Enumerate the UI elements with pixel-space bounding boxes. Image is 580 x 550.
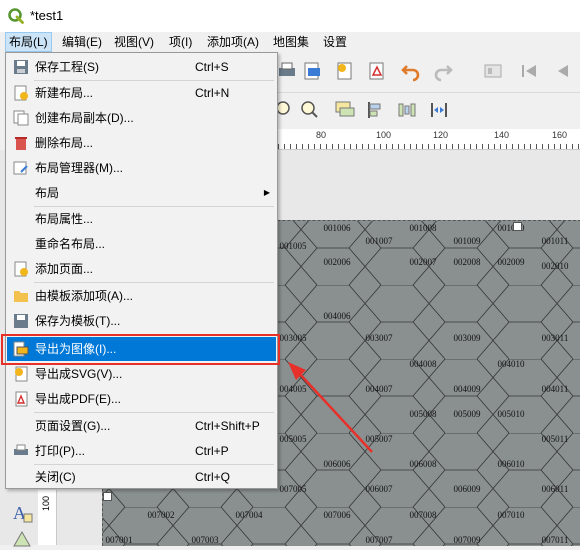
- annotation-arrow-icon: [288, 362, 373, 453]
